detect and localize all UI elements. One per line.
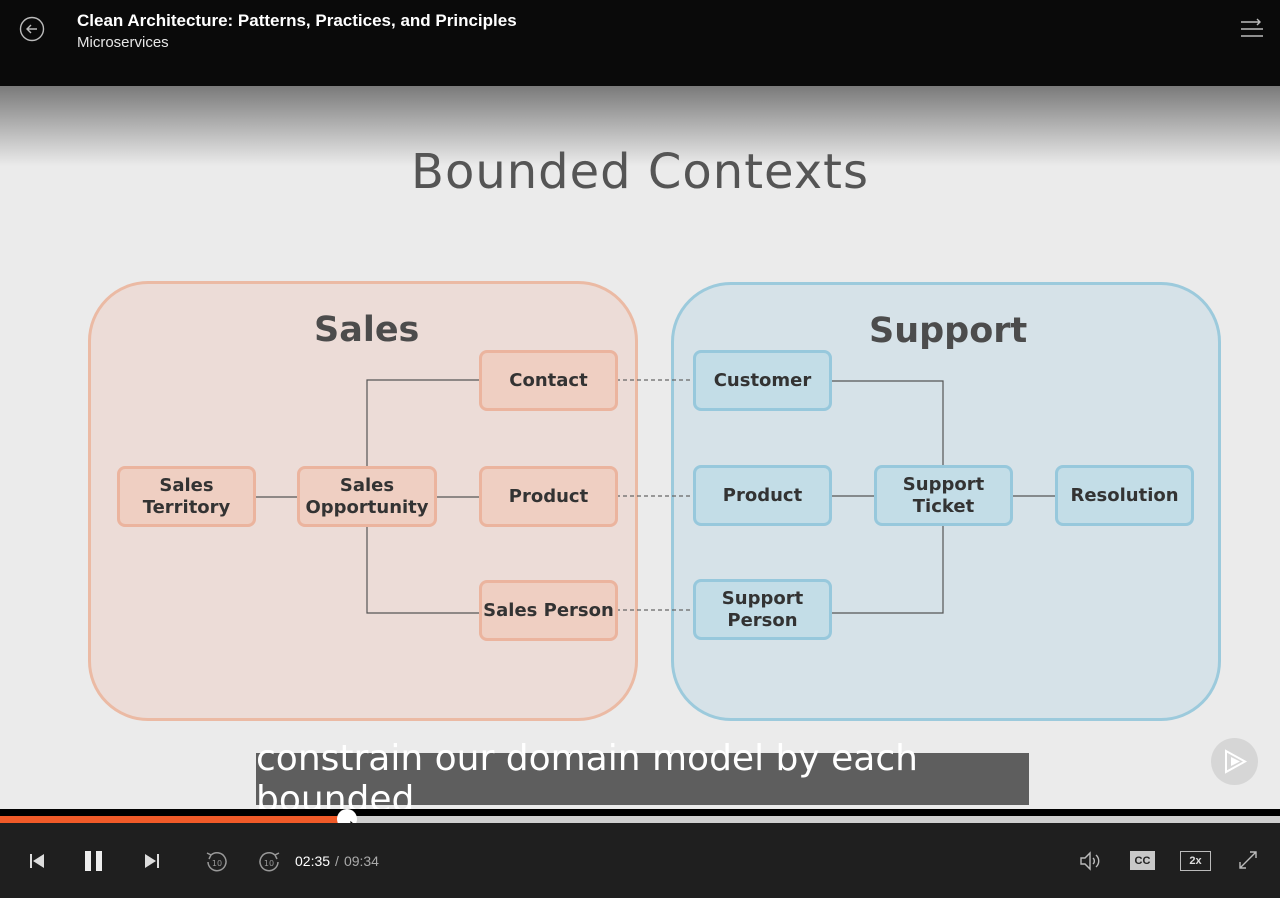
sales-opportunity-box: Sales Opportunity [297,466,437,527]
skip-next-icon [145,854,159,868]
seek-bar-progress [0,816,347,823]
arrow-left-icon [19,16,45,42]
play-logo-icon [1225,749,1248,774]
menu-icon [1241,18,1263,37]
previous-clip-button[interactable] [29,852,45,875]
sales-context-label: Sales [314,310,420,350]
support-person-box: Support Person [693,579,832,640]
sales-territory-box: Sales Territory [117,466,256,527]
resolution-box: Resolution [1055,465,1194,526]
diagram-connectors [254,379,1057,614]
forward-seconds-label: 10 [264,859,274,868]
closed-captions-button[interactable]: CC [1130,851,1155,870]
fullscreen-button[interactable] [1238,850,1258,875]
rewind-icon: 10 [206,851,227,872]
total-duration: 09:34 [343,853,379,869]
seek-bar[interactable] [0,809,1280,835]
customer-box: Customer [693,350,832,411]
table-of-contents-button[interactable] [1240,18,1264,40]
contact-box: Contact [479,350,618,411]
current-time: 02:35 [295,853,331,869]
volume-button[interactable] [1079,850,1103,877]
player-controls: 10 10 02:35/09:34 CC 2x [0,823,1280,898]
time-separator: / [335,853,339,869]
fullscreen-icon [1239,851,1257,869]
subtitle-caption: constrain our domain model by each bound… [256,738,1029,809]
volume-icon [1080,851,1100,871]
pluralsight-logo-button[interactable] [1211,738,1258,785]
fast-forward-icon: 10 [259,851,280,872]
playback-speed-button[interactable]: 2x [1180,851,1211,871]
sales-person-box: Sales Person [479,580,618,641]
support-ticket-box: Support Ticket [874,465,1013,526]
skip-previous-icon [30,854,44,868]
rewind-seconds-label: 10 [212,859,222,868]
sales-product-box: Product [479,466,618,527]
course-title: Clean Architecture: Patterns, Practices,… [77,11,517,30]
pause-button[interactable] [83,850,105,877]
back-button[interactable] [19,16,45,42]
next-clip-button[interactable] [144,852,160,875]
support-product-box: Product [693,465,832,526]
module-title: Microservices [77,34,169,51]
forward-10-button[interactable]: 10 [256,849,282,880]
pause-icon [85,851,102,871]
rewind-10-button[interactable]: 10 [204,849,230,880]
player-header: Clean Architecture: Patterns, Practices,… [0,0,1280,86]
support-context-label: Support [869,311,1028,351]
video-frame[interactable]: Bounded Contexts Sales Support Sales Terr… [0,86,1280,809]
time-display: 02:35/09:34 [295,853,379,869]
